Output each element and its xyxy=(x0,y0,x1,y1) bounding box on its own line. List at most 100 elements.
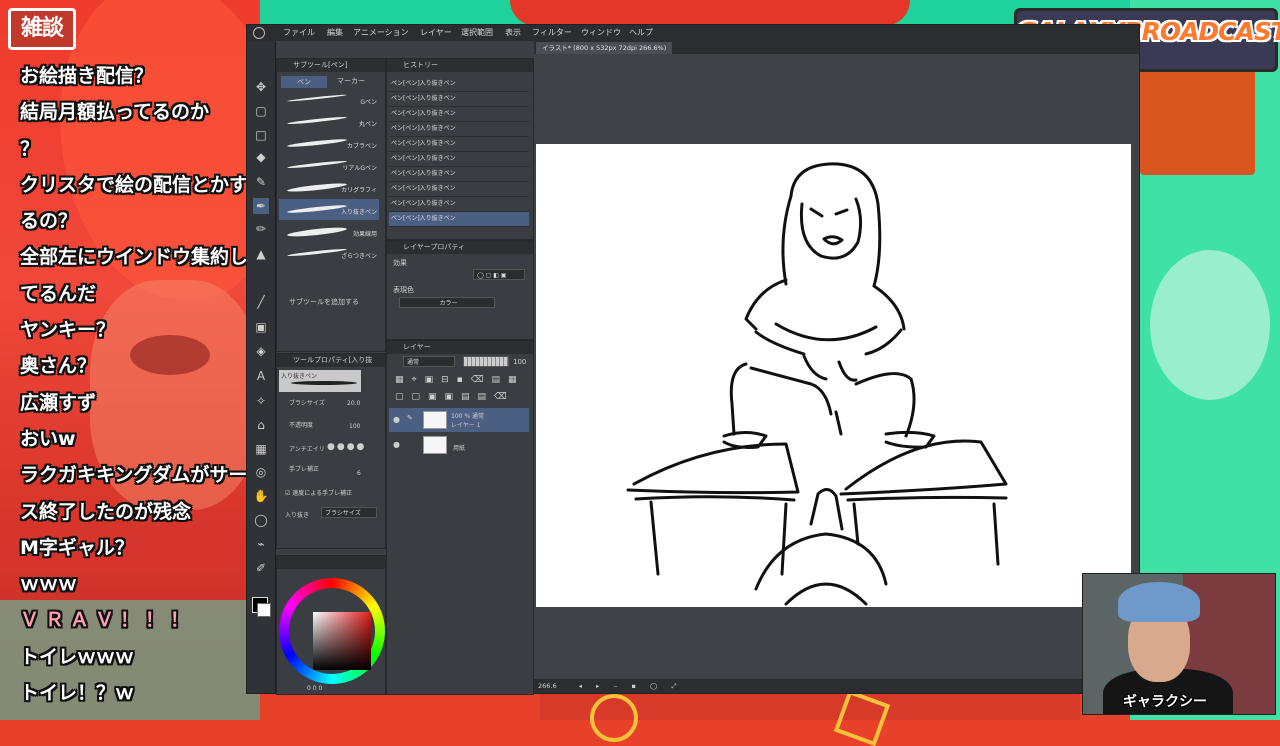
chat-message: ＶＲＡＶ！！！ xyxy=(20,609,196,632)
speed-stabilization-checkbox[interactable]: ☑ 速度による手ブレ補正 xyxy=(285,488,352,497)
menu-window[interactable]: ウィンドウ xyxy=(581,25,621,41)
layer-property-panel: レイヤープロパティ 効果 ◯ ▢ ◧ ▣ 表現色 カラー xyxy=(386,240,534,340)
selection-icon[interactable]: □ xyxy=(253,127,269,143)
brush-preview-label: 入り抜きペン xyxy=(281,373,318,380)
history-item-current[interactable]: ペン[ペン]入り抜きペン xyxy=(389,212,529,227)
pen-lock-icon[interactable]: ✎ xyxy=(407,414,413,422)
brush-maru-pen[interactable]: 丸ペン xyxy=(279,111,379,132)
app-logo-icon[interactable] xyxy=(253,27,265,39)
history-item[interactable]: ペン[ペン]入り抜きペン xyxy=(389,167,529,182)
move-icon[interactable]: ✥ xyxy=(253,79,269,95)
background-art-top xyxy=(260,0,1140,26)
history-item[interactable]: ペン[ペン]入り抜きペン xyxy=(389,107,529,122)
eyedropper-icon[interactable]: ✎ xyxy=(253,174,269,190)
menu-edit[interactable]: 編集 xyxy=(327,25,343,41)
menu-file[interactable]: ファイル xyxy=(283,25,315,41)
brush-icon[interactable]: ▲ xyxy=(253,246,269,262)
status-controls[interactable]: ◂ ▸ ‒ ▪ ◯ ⤢ xyxy=(579,682,683,690)
webcam-overlay: ギャラクシー xyxy=(1082,573,1276,715)
saturation-value-square[interactable] xyxy=(313,612,371,670)
chat-message: るの？ xyxy=(20,210,78,233)
history-item[interactable]: ペン[ペン]入り抜きペン xyxy=(389,137,529,152)
opacity-slider[interactable] xyxy=(463,356,509,367)
clip-studio-window: ファイル 編集 アニメーション レイヤー 選択範囲 表示 フィルター ウィンドウ… xyxy=(246,24,1140,695)
tab-pen[interactable]: ペン xyxy=(281,76,327,88)
zoom-icon[interactable]: ▢ xyxy=(253,103,269,119)
sketch-drawing xyxy=(626,162,1008,606)
pen-icon[interactable]: ✒ xyxy=(253,198,269,214)
menu-help[interactable]: ヘルプ xyxy=(629,25,653,41)
chat-message: ｗｗｗ xyxy=(20,573,78,596)
drawing-canvas[interactable] xyxy=(536,144,1131,607)
menu-animation[interactable]: アニメーション xyxy=(353,25,409,41)
menu-selection[interactable]: 選択範囲 xyxy=(461,25,493,41)
status-bar: 266.6 ◂ ▸ ‒ ▪ ◯ ⤢ xyxy=(534,679,1139,693)
stabilization-label: 手ブレ補正 xyxy=(289,466,320,473)
chat-message: てるんだ xyxy=(20,282,97,305)
sub-color-swatch[interactable] xyxy=(257,603,271,617)
brush-real-g-pen[interactable]: リアルGペン xyxy=(279,155,379,176)
brush-effect-line[interactable]: 効果線用 xyxy=(279,221,379,242)
layer-tool-icons[interactable]: ▦⌖▣⊟▪⌫▤▦ xyxy=(395,375,524,385)
text-icon[interactable]: A xyxy=(253,368,269,384)
brush-zaratsuki-pen[interactable]: ざらつきペン xyxy=(279,243,379,264)
correction-icon[interactable]: ⌁ xyxy=(253,536,269,552)
antialias-label: アンチエイリ xyxy=(289,446,325,453)
chat-message: ？ xyxy=(20,137,40,160)
brush-irinuki-pen[interactable]: 入り抜きペン xyxy=(279,199,379,220)
color-select[interactable]: カラー xyxy=(399,297,495,308)
canvas-tab[interactable]: イラスト* (800 x 532px 72dpi 266.6%) xyxy=(536,42,673,54)
menu-filter[interactable]: フィルター xyxy=(532,25,572,41)
chat-message: トイレｗｗｗ xyxy=(20,645,135,668)
layer1-thumbnail xyxy=(423,411,447,429)
hand-icon[interactable]: ✋ xyxy=(253,488,269,504)
layer-action-icons[interactable]: ▢▢▣▣▤▤⌫ xyxy=(395,392,515,402)
layer-row-layer1[interactable]: ● ✎ 100 % 通常 レイヤー 1 xyxy=(389,408,529,432)
stabilization-value[interactable]: 6 xyxy=(357,470,361,477)
menu-layer[interactable]: レイヤー xyxy=(420,25,452,41)
tool-opacity-value[interactable]: 100 xyxy=(349,423,360,430)
figure-icon[interactable]: ◎ xyxy=(253,464,269,480)
chat-message: おいw xyxy=(20,427,76,450)
layer-property-title: レイヤープロパティ xyxy=(387,241,533,254)
color-wheel[interactable] xyxy=(279,578,385,684)
layer1-name: レイヤー 1 xyxy=(451,422,481,429)
eraser-icon[interactable]: ◆ xyxy=(253,149,269,165)
history-item[interactable]: ペン[ペン]入り抜きペン xyxy=(389,152,529,167)
layer-row-paper[interactable]: ● 用紙 xyxy=(389,433,529,457)
antialias-options[interactable]: ●●●● xyxy=(327,442,366,452)
brush-kabura-pen[interactable]: カブラペン xyxy=(279,133,379,154)
history-item[interactable]: ペン[ペン]入り抜きペン xyxy=(389,122,529,137)
brush-size-value[interactable]: 20.0 xyxy=(347,400,360,407)
effect-buttons[interactable]: ◯ ▢ ◧ ▣ xyxy=(473,269,525,280)
visibility-eye-icon[interactable]: ● xyxy=(393,440,400,449)
history-item[interactable]: ペン[ペン]入り抜きペン xyxy=(389,182,529,197)
layer-panel-title: レイヤー xyxy=(387,341,533,354)
decoration-icon[interactable]: ✐ xyxy=(253,560,269,576)
chat-message: 奥さん？ xyxy=(20,355,97,378)
operation-icon[interactable]: ✧ xyxy=(253,393,269,409)
frame-icon[interactable]: ▦ xyxy=(253,441,269,457)
canvas-workspace[interactable] xyxy=(534,54,1139,679)
fill-icon[interactable]: ◈ xyxy=(253,343,269,359)
menu-view[interactable]: 表示 xyxy=(505,25,521,41)
gradient-icon[interactable]: ▣ xyxy=(253,319,269,335)
ruler-icon[interactable]: ⌂ xyxy=(253,417,269,433)
history-item[interactable]: ペン[ペン]入り抜きペン xyxy=(389,77,529,92)
add-subtool-button[interactable]: サブツールを追加する xyxy=(289,297,359,307)
history-panel: ヒストリー ペン[ペン]入り抜きペン ペン[ペン]入り抜きペン ペン[ペン]入り… xyxy=(386,58,534,240)
history-item[interactable]: ペン[ペン]入り抜きペン xyxy=(389,92,529,107)
brush-g-pen[interactable]: Gペン xyxy=(279,89,379,110)
history-item[interactable]: ペン[ペン]入り抜きペン xyxy=(389,197,529,212)
tool-palette: ✥ ▢ □ ◆ ✎ ✒ ✏ ▲ ╱ ▣ ◈ A ✧ ⌂ ▦ ◎ ✋ ◯ ⌁ ✐ xyxy=(247,41,276,693)
tab-marker[interactable]: マーカー xyxy=(337,76,365,86)
brush-calligraphy[interactable]: カリグラフィ xyxy=(279,177,379,198)
canvas-tab-bar: イラスト* (800 x 532px 72dpi 266.6%) xyxy=(534,41,1139,54)
taper-select[interactable]: ブラシサイズ xyxy=(321,507,377,518)
visibility-eye-icon[interactable]: ● xyxy=(393,415,400,424)
balloon-icon[interactable]: ◯ xyxy=(253,512,269,528)
zoom-level[interactable]: 266.6 xyxy=(538,682,557,690)
blend-mode-select[interactable]: 通常 xyxy=(403,356,455,367)
pencil-icon[interactable]: ✏ xyxy=(253,221,269,237)
airbrush-icon[interactable]: ╱ xyxy=(253,294,269,310)
